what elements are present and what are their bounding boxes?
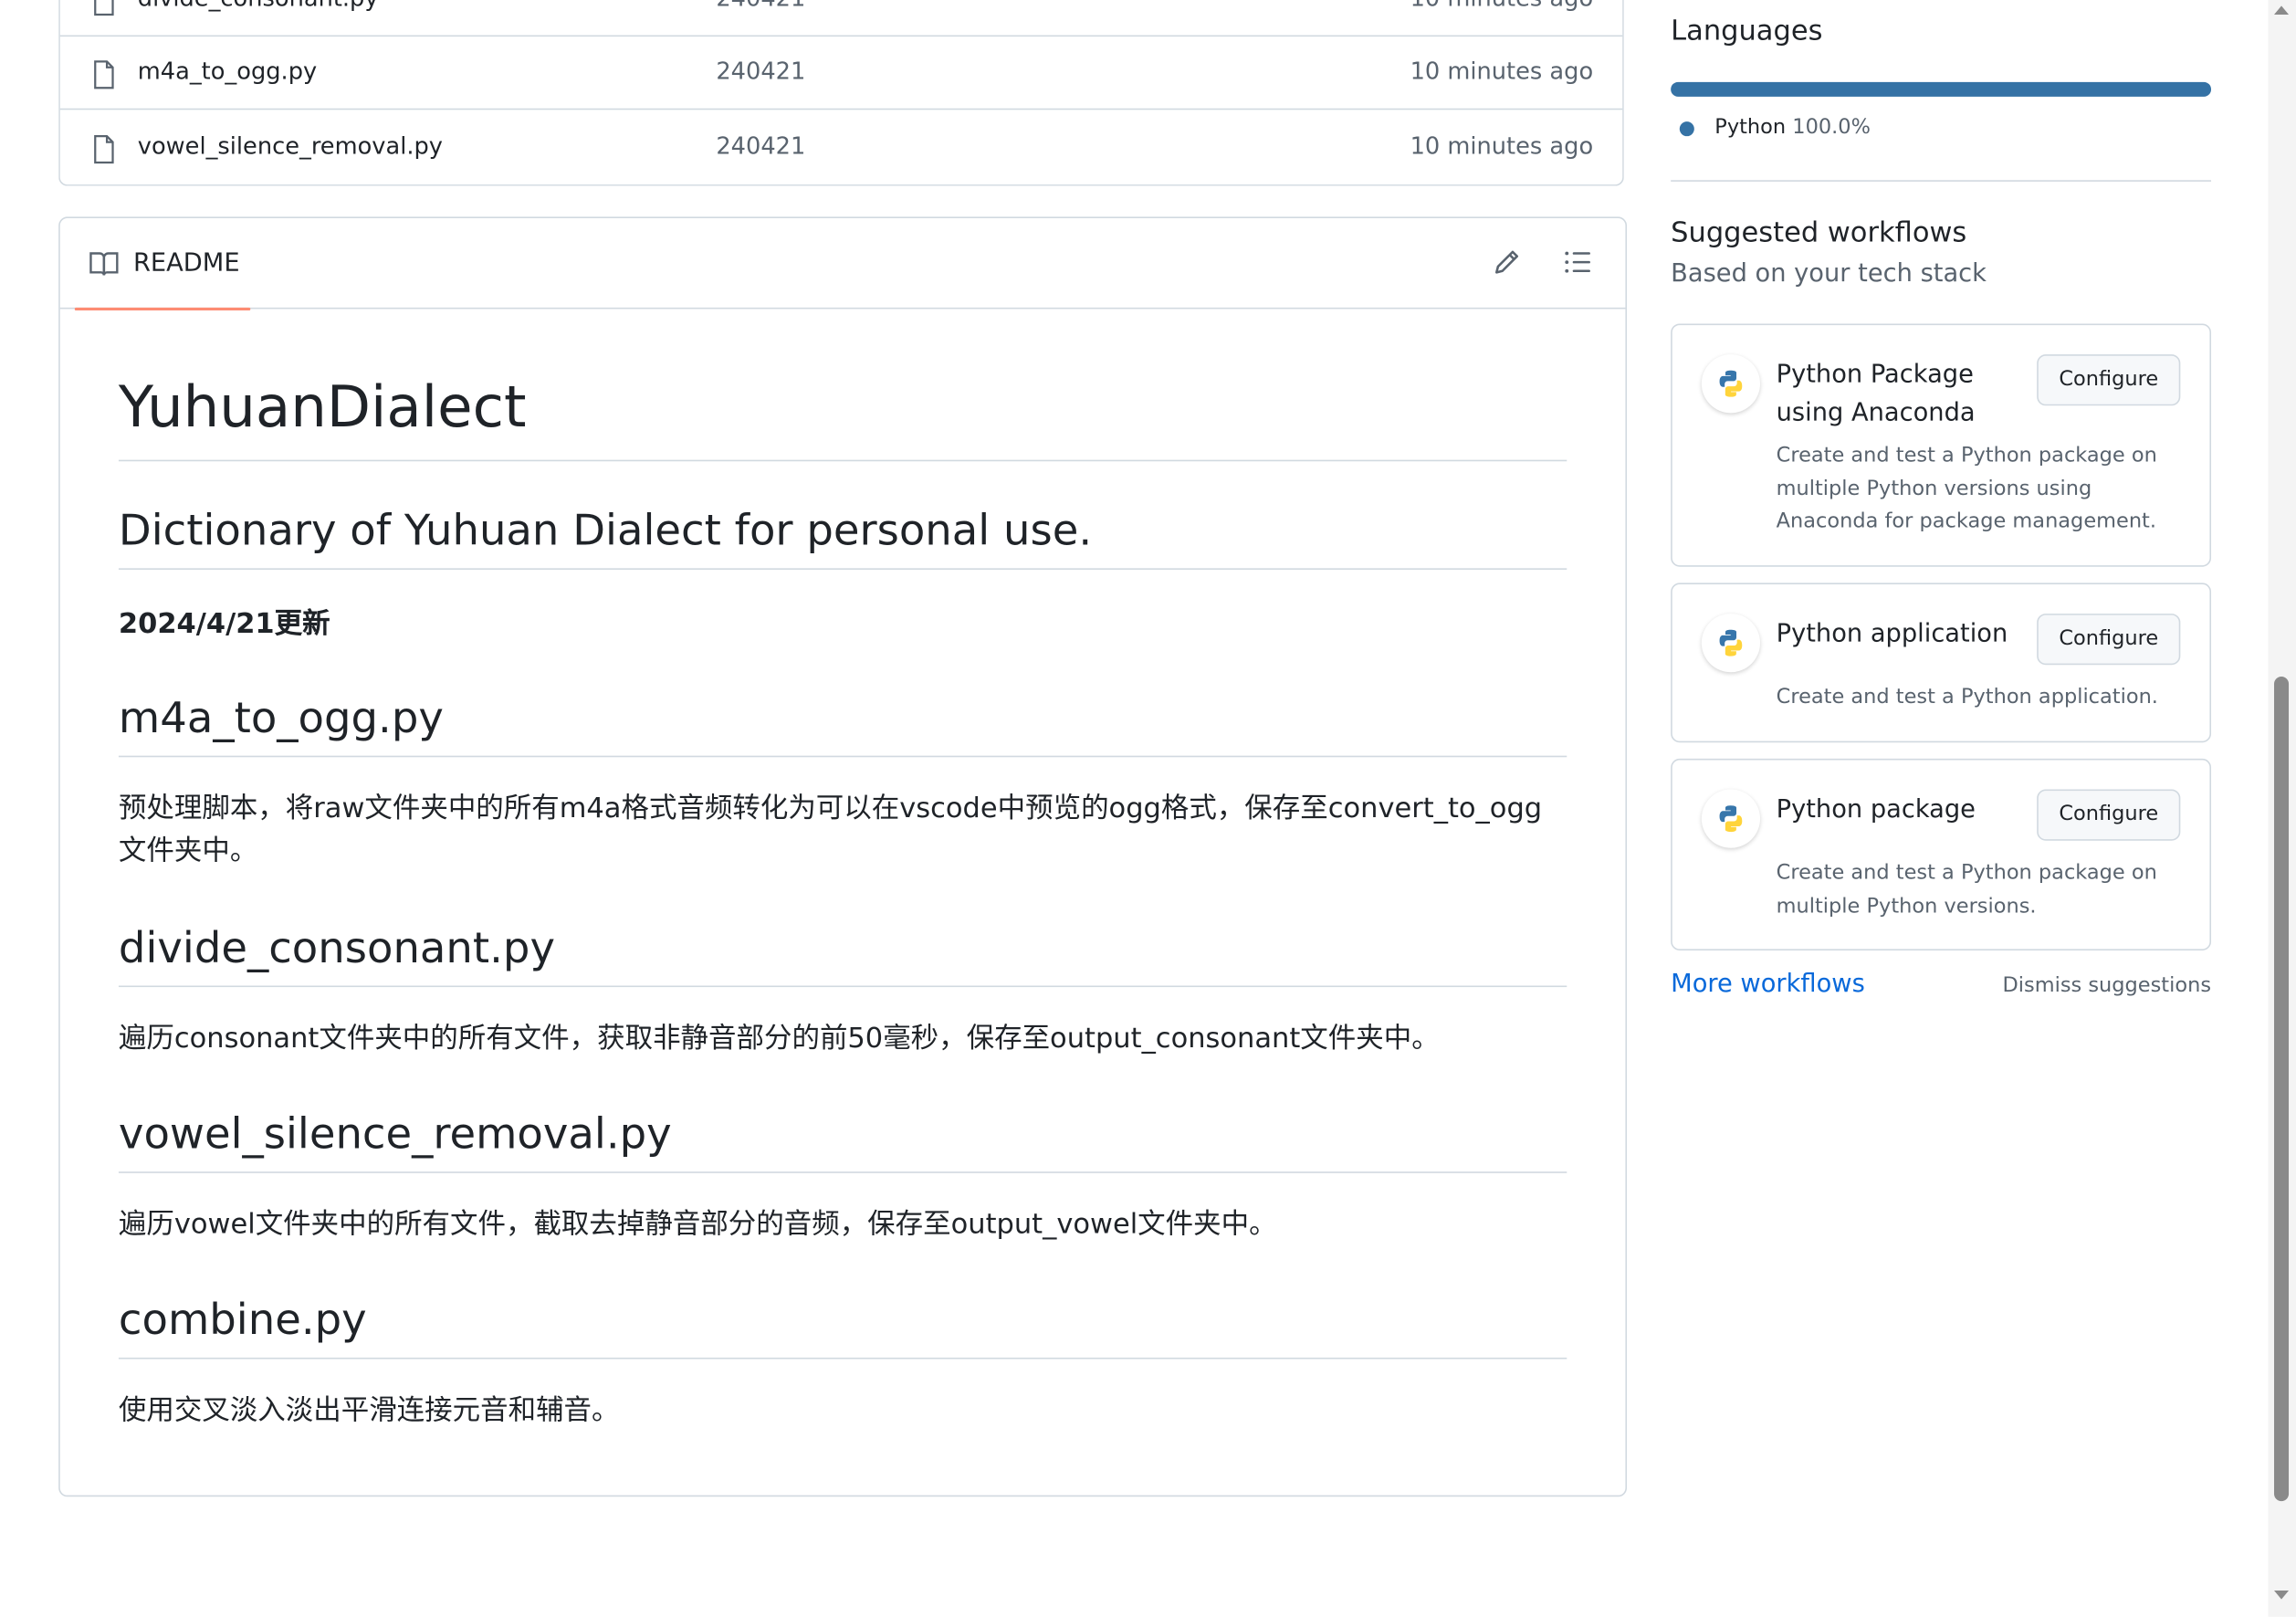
file-row[interactable]: m4a_to_ogg.py 240421 10 minutes ago	[59, 37, 1623, 110]
workflows-subheading: Based on your tech stack	[1671, 258, 1987, 289]
workflow-title: Python application	[1776, 619, 2008, 649]
languages-heading: Languages	[1671, 15, 1823, 47]
section-heading: divide_consonant.py	[118, 921, 1567, 988]
list-icon[interactable]	[1562, 247, 1591, 277]
readme-title: YuhuanDialect	[118, 373, 1567, 462]
section-text: 遍历vowel文件夹中的所有文件，截取去掉静音部分的音频，保存至output_v…	[118, 1208, 1277, 1241]
scrollbar-thumb[interactable]	[2274, 677, 2290, 1502]
tab-underline	[74, 307, 251, 311]
file-icon	[94, 60, 114, 89]
commit-message[interactable]: 240421	[716, 131, 805, 159]
workflow-title: Python Package using Anaconda	[1776, 360, 1976, 428]
dismiss-suggestions-button[interactable]: Dismiss suggestions	[2002, 974, 2211, 998]
workflow-description: Create and test a Python package on mult…	[1776, 861, 2157, 918]
workflow-title: Python package	[1776, 794, 1976, 825]
file-row[interactable]: divide_consonant.py 240421 10 minutes ag…	[59, 0, 1623, 37]
section-text: 预处理脚本，将raw文件夹中的所有m4a格式音频转化为可以在vscode中预览的…	[118, 792, 1543, 867]
readme-tab-label: README	[132, 248, 240, 278]
section-text: 遍历consonant文件夹中的所有文件，获取非静音部分的前50毫秒，保存至ou…	[118, 1022, 1440, 1055]
python-logo-icon	[1701, 789, 1761, 848]
book-icon	[89, 252, 119, 276]
workflow-card: Python application Configure Create and …	[1671, 583, 2212, 743]
language-percent: 100.0%	[1792, 115, 1871, 140]
configure-button[interactable]: Configure	[2037, 614, 2181, 666]
pencil-icon[interactable]	[1492, 247, 1521, 277]
file-icon	[94, 0, 114, 16]
section-heading: vowel_silence_removal.py	[118, 1108, 1567, 1173]
workflows-heading: Suggested workflows	[1671, 216, 1967, 249]
more-workflows-link[interactable]: More workflows	[1671, 970, 1865, 999]
readme-header: README	[59, 218, 1626, 311]
file-icon	[94, 135, 114, 164]
file-name-link[interactable]: m4a_to_ogg.py	[138, 58, 317, 85]
section-text: 使用交叉淡入淡出平滑连接元音和辅音。	[118, 1394, 620, 1427]
readme-panel: README YuhuanDialect Dictionary of Yuhua…	[58, 216, 1628, 1497]
tab-readme[interactable]: README	[74, 218, 251, 311]
section-heading: m4a_to_ogg.py	[118, 691, 1567, 758]
file-name-link[interactable]: divide_consonant.py	[138, 0, 379, 12]
language-name[interactable]: Python	[1714, 116, 1786, 140]
language-dot-icon	[1679, 121, 1694, 137]
divider	[1671, 180, 2212, 182]
commit-time: 10 minutes ago	[1410, 131, 1594, 160]
python-logo-icon	[1701, 614, 1761, 673]
commit-time: 10 minutes ago	[1410, 0, 1594, 12]
scroll-up-arrow-icon[interactable]	[2274, 5, 2290, 16]
configure-button[interactable]: Configure	[2037, 354, 2181, 406]
section-heading: combine.py	[118, 1293, 1567, 1360]
readme-subtitle: Dictionary of Yuhuan Dialect for persona…	[118, 504, 1567, 570]
configure-button[interactable]: Configure	[2037, 789, 2181, 841]
file-row[interactable]: vowel_silence_removal.py 240421 10 minut…	[60, 111, 1622, 184]
workflow-card: Python package Configure Create and test…	[1671, 758, 2212, 950]
update-note: 2024/4/21更新	[118, 607, 330, 640]
workflow-card: Python Package using Anaconda Configure …	[1671, 323, 2212, 567]
file-name-link[interactable]: vowel_silence_removal.py	[138, 131, 443, 159]
commit-time: 10 minutes ago	[1410, 57, 1594, 86]
file-list: divide_consonant.py 240421 10 minutes ag…	[58, 0, 1624, 186]
scroll-down-arrow-icon[interactable]	[2274, 1590, 2290, 1600]
page: divide_consonant.py 240421 10 minutes ag…	[0, 0, 2296, 1617]
scrollbar[interactable]	[2268, 0, 2296, 1617]
commit-message[interactable]: 240421	[716, 0, 805, 12]
commit-message[interactable]: 240421	[716, 58, 805, 85]
workflow-description: Create and test a Python package on mult…	[1776, 444, 2157, 533]
language-bar	[1671, 81, 2212, 97]
workflow-description: Create and test a Python application.	[1776, 685, 2158, 709]
python-logo-icon	[1701, 354, 1761, 414]
